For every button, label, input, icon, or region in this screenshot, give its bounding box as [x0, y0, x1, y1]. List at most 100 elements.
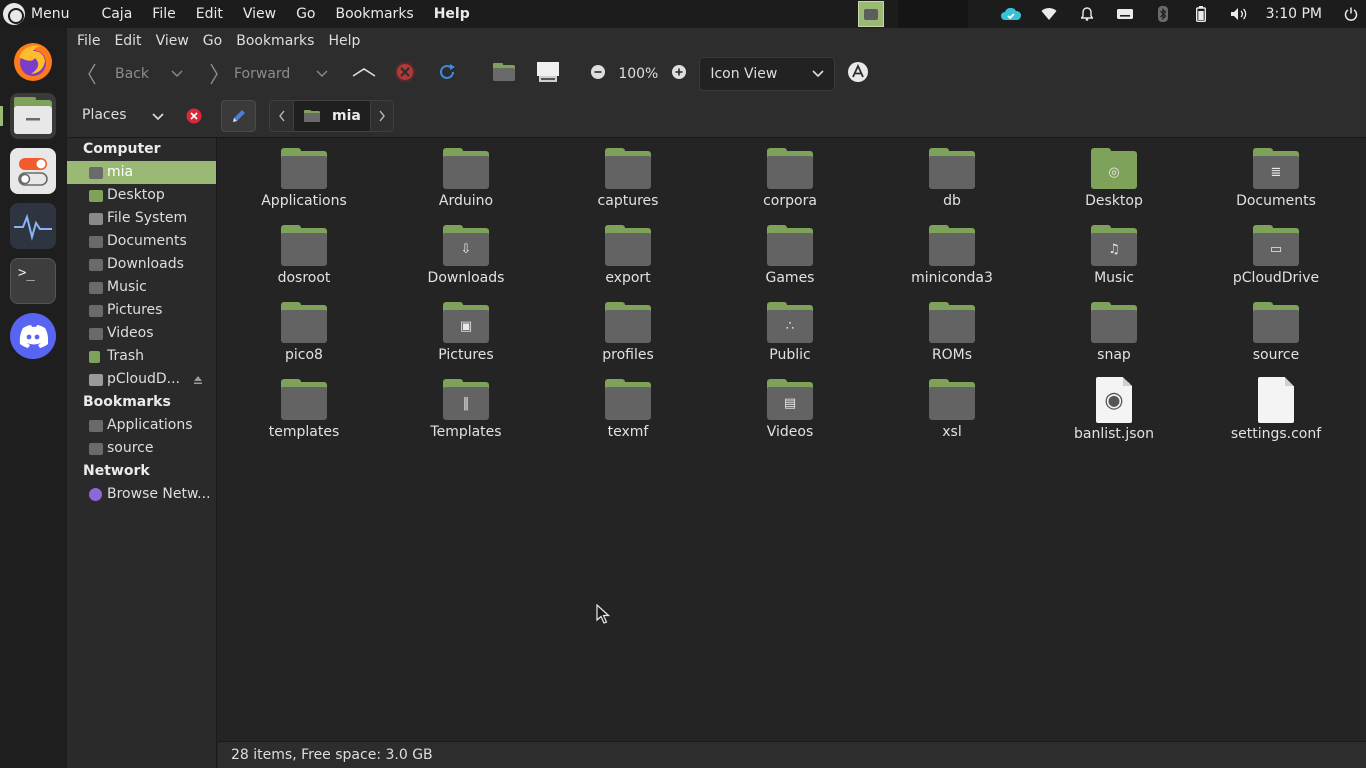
view-mode-select[interactable]: Icon View: [699, 57, 836, 91]
file-item[interactable]: source: [1195, 292, 1357, 366]
forward-history-chevron-icon[interactable]: [316, 66, 328, 82]
file-item[interactable]: ▣ Pictures: [385, 292, 547, 366]
back-history-chevron-icon[interactable]: [171, 66, 183, 82]
file-item[interactable]: ◎ Desktop: [1033, 138, 1195, 212]
folder-icon: [89, 327, 103, 340]
battery-icon[interactable]: [1182, 0, 1220, 28]
file-item[interactable]: Applications: [223, 138, 385, 212]
menu-help[interactable]: Help: [328, 33, 367, 49]
sidebar-item-music[interactable]: Music: [67, 276, 216, 299]
edit-location-button[interactable]: [221, 100, 256, 132]
menu-file[interactable]: File: [77, 33, 107, 49]
global-menu-edit[interactable]: Edit: [186, 6, 233, 22]
system-monitor-icon[interactable]: [10, 203, 56, 249]
bluetooth-icon[interactable]: [1144, 0, 1182, 28]
computer-button[interactable]: [536, 61, 560, 87]
sidebar-item-file-system[interactable]: File System: [67, 207, 216, 230]
notification-bell-icon[interactable]: [1068, 0, 1106, 28]
search-toggle-button[interactable]: [847, 61, 869, 87]
discord-icon[interactable]: [10, 313, 56, 359]
menu-button-label[interactable]: Menu: [31, 6, 69, 22]
zoom-in-button[interactable]: [671, 64, 687, 84]
file-item[interactable]: ‖ Templates: [385, 369, 547, 443]
file-item[interactable]: ∴ Public: [709, 292, 871, 366]
file-item[interactable]: ▭ pCloudDrive: [1195, 215, 1357, 289]
global-menu-view[interactable]: View: [233, 6, 286, 22]
sidebar-item-applications[interactable]: Applications: [67, 414, 216, 437]
file-item[interactable]: profiles: [547, 292, 709, 366]
file-item[interactable]: ROMs: [871, 292, 1033, 366]
file-item[interactable]: db: [871, 138, 1033, 212]
sidebar-item-trash[interactable]: Trash: [67, 345, 216, 368]
file-manager-icon[interactable]: [10, 93, 56, 139]
file-item[interactable]: pico8: [223, 292, 385, 366]
global-menu-help[interactable]: Help: [424, 6, 480, 22]
file-item[interactable]: Games: [709, 215, 871, 289]
file-item[interactable]: miniconda3: [871, 215, 1033, 289]
file-item[interactable]: ♫ Music: [1033, 215, 1195, 289]
back-button[interactable]: Back: [87, 63, 149, 85]
path-scroll-left-button[interactable]: [269, 100, 294, 132]
file-item[interactable]: ≣ Documents: [1195, 138, 1357, 212]
file-item[interactable]: texmf: [547, 369, 709, 443]
path-scroll-right-button[interactable]: [370, 100, 394, 132]
settings-toggle-icon[interactable]: [10, 148, 56, 194]
menu-bookmarks[interactable]: Bookmarks: [236, 33, 321, 49]
volume-icon[interactable]: [1220, 0, 1258, 28]
menu-logo-icon[interactable]: [3, 3, 25, 25]
menu-go[interactable]: Go: [203, 33, 229, 49]
file-item[interactable]: templates: [223, 369, 385, 443]
close-side-pane-icon[interactable]: [186, 108, 202, 124]
taskbar-window-button[interactable]: [857, 1, 884, 27]
sidebar-item-browse-network[interactable]: Browse Netw...: [67, 483, 216, 506]
file-item[interactable]: export: [547, 215, 709, 289]
sidebar-item-videos[interactable]: Videos: [67, 322, 216, 345]
global-menu-file[interactable]: File: [142, 6, 185, 22]
forward-button[interactable]: Forward: [209, 63, 290, 85]
file-document-icon: ◉: [1096, 377, 1132, 423]
global-menu-app[interactable]: Caja: [91, 6, 142, 22]
sidebar-item-source[interactable]: source: [67, 437, 216, 460]
sidebar-item-desktop[interactable]: Desktop: [67, 184, 216, 207]
file-item[interactable]: ▤ Videos: [709, 369, 871, 443]
firefox-icon[interactable]: [10, 38, 56, 84]
places-chevron-down-icon[interactable]: [152, 113, 164, 121]
file-item[interactable]: xsl: [871, 369, 1033, 443]
zoom-out-button[interactable]: [590, 64, 606, 84]
sidebar-item-pictures[interactable]: Pictures: [67, 299, 216, 322]
file-item[interactable]: dosroot: [223, 215, 385, 289]
eject-icon[interactable]: [193, 375, 203, 385]
zoom-in-icon: [672, 65, 687, 79]
stop-button[interactable]: [394, 61, 416, 87]
path-crumb-current[interactable]: mia: [294, 100, 370, 132]
power-icon[interactable]: [1336, 0, 1366, 28]
cloud-sync-icon[interactable]: [992, 0, 1030, 28]
file-item[interactable]: corpora: [709, 138, 871, 212]
sidebar-item-documents[interactable]: Documents: [67, 230, 216, 253]
file-item[interactable]: settings.conf: [1195, 369, 1357, 443]
sidebar-item-mia[interactable]: mia: [67, 161, 216, 184]
wifi-icon[interactable]: [1030, 0, 1068, 28]
sidebar-item-pclouddrive[interactable]: pCloudD...: [67, 368, 216, 391]
icon-view[interactable]: Applications Arduino captures corpora db ◎ Des…: [218, 138, 1366, 741]
clock[interactable]: 3:10 PM: [1258, 6, 1336, 22]
menu-view[interactable]: View: [156, 33, 196, 49]
file-item[interactable]: Arduino: [385, 138, 547, 212]
keyboard-icon[interactable]: [1106, 0, 1144, 28]
file-item[interactable]: captures: [547, 138, 709, 212]
zoom-level[interactable]: 100%: [618, 66, 658, 82]
file-item[interactable]: snap: [1033, 292, 1195, 366]
reload-button[interactable]: [438, 63, 456, 85]
terminal-icon[interactable]: >_: [10, 258, 56, 304]
pencil-icon: [232, 110, 245, 122]
global-menu-bookmarks[interactable]: Bookmarks: [326, 6, 424, 22]
side-pane-selector[interactable]: Places: [82, 107, 127, 123]
file-item-label: Arduino: [438, 193, 494, 209]
sidebar-item-downloads[interactable]: Downloads: [67, 253, 216, 276]
file-item[interactable]: ◉ banlist.json: [1033, 369, 1195, 443]
home-button[interactable]: [492, 62, 516, 86]
global-menu-go[interactable]: Go: [286, 6, 325, 22]
file-item[interactable]: ⇩ Downloads: [385, 215, 547, 289]
up-button[interactable]: [352, 66, 376, 82]
menu-edit[interactable]: Edit: [114, 33, 148, 49]
